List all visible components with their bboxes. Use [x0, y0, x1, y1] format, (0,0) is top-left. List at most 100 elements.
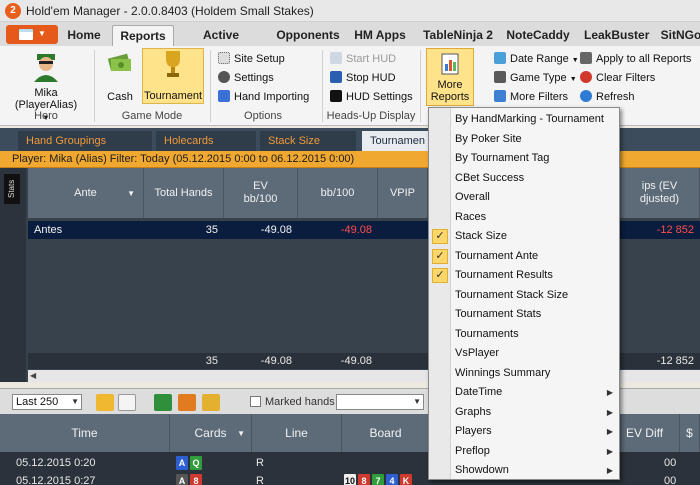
column-header-time[interactable]: Time — [0, 414, 170, 452]
stats-side-label[interactable]: Stats — [4, 174, 20, 204]
menu-item-by-tournament-tag[interactable]: By Tournament Tag — [429, 149, 619, 169]
cards-icon[interactable] — [118, 394, 136, 411]
tab-active-session[interactable]: Active Session — [180, 25, 262, 63]
column-header-ev-diff[interactable]: EV Diff — [610, 414, 680, 452]
card: 4 — [386, 474, 398, 485]
site-setup-button[interactable]: Site Setup — [218, 50, 285, 68]
menu-item-races[interactable]: Races — [429, 208, 619, 228]
import-arrow-icon — [218, 90, 230, 102]
menu-item-graphs[interactable]: Graphs ▶ — [429, 403, 619, 423]
apply-icon — [580, 52, 592, 64]
last-hands-select[interactable]: Last 250 ▼ — [12, 394, 82, 410]
card: K — [400, 474, 412, 485]
menu-item-stack-size[interactable]: ✓ Stack Size — [429, 227, 619, 247]
column-header-cards[interactable]: Cards ▼ — [170, 414, 252, 452]
menu-item-datetime[interactable]: DateTime ▶ — [429, 383, 619, 403]
start-hud-button[interactable]: Start HUD — [330, 50, 396, 68]
menu-item-label: VsPlayer — [455, 347, 500, 359]
menu-item-players[interactable]: Players ▶ — [429, 422, 619, 442]
cash-mode-button[interactable]: Cash — [100, 50, 140, 104]
menu-item-cbet-success[interactable]: CBet Success — [429, 169, 619, 189]
cell-cards: A8 — [176, 472, 204, 485]
column-header-board[interactable]: Board — [342, 414, 430, 452]
tab-holecards[interactable]: Holecards — [156, 131, 256, 151]
tab-hm-apps[interactable]: HM Apps — [352, 25, 408, 46]
rewind-icon[interactable] — [96, 394, 114, 411]
tab-home[interactable]: Home — [62, 25, 106, 46]
menu-item-tournament-stats[interactable]: Tournament Stats — [429, 305, 619, 325]
apply-all-reports-button[interactable]: Apply to all Reports — [580, 50, 691, 68]
stop-hud-button[interactable]: Stop HUD — [330, 69, 396, 87]
column-header-bb100[interactable]: bb/100 — [298, 168, 378, 218]
menu-item-label: Stack Size — [455, 230, 507, 242]
chevron-down-icon[interactable]: ▼ — [237, 429, 245, 438]
menu-item-tournament-ante[interactable]: ✓ Tournament Ante — [429, 247, 619, 267]
menu-item-winnings-summary[interactable]: Winnings Summary — [429, 364, 619, 384]
tab-hand-groupings[interactable]: Hand Groupings Holdem — [18, 131, 152, 167]
column-header-ante[interactable]: Ante ▼ — [28, 168, 144, 218]
scroll-left-icon[interactable]: ◀ — [30, 371, 36, 380]
more-filters-button[interactable]: More Filters — [494, 88, 568, 106]
total-chips-sum: -12 852 — [656, 355, 694, 367]
trophy-icon[interactable] — [202, 394, 220, 411]
tab-stack-size[interactable]: Stack Size — [260, 131, 356, 151]
stop-hud-label: Stop HUD — [346, 72, 396, 84]
clear-filters-button[interactable]: Clear Filters — [580, 69, 655, 87]
menu-item-preflop[interactable]: Preflop ▶ — [429, 442, 619, 462]
tab-tournament[interactable]: Tournamen — [362, 131, 428, 151]
column-header-net[interactable]: $ — [680, 414, 700, 452]
group-label-game-mode: Game Mode — [121, 110, 183, 122]
tab-tableninja[interactable]: TableNinja 2 — [420, 25, 496, 46]
ante-header-label: Ante — [74, 186, 97, 199]
menu-item-tournaments[interactable]: Tournaments — [429, 325, 619, 345]
card: A — [176, 456, 188, 471]
menu-item-showdown[interactable]: Showdown ▶ — [429, 461, 619, 481]
column-header-ev-bb100[interactable]: EV bb/100 — [224, 168, 298, 218]
application-menu-button[interactable]: ▼ — [6, 25, 58, 44]
menu-item-by-poker-site[interactable]: By Poker Site — [429, 130, 619, 150]
refresh-button[interactable]: Refresh — [580, 88, 635, 106]
column-header-vpip[interactable]: VPIP — [378, 168, 428, 218]
menu-item-overall[interactable]: Overall — [429, 188, 619, 208]
menu-item-tournament-stack-size[interactable]: Tournament Stack Size — [429, 286, 619, 306]
cell-line: R — [256, 457, 264, 469]
tab-notecaddy[interactable]: NoteCaddy — [506, 25, 570, 46]
cell-cards: AQ — [176, 454, 204, 472]
marked-hands-checkbox[interactable] — [250, 396, 261, 407]
game-type-button[interactable]: Game Type ▼ — [494, 69, 577, 87]
menu-item-by-handmarking-tournament[interactable]: By HandMarking - Tournament — [429, 110, 619, 130]
hand-importing-button[interactable]: Hand Importing — [218, 88, 309, 106]
checkmark-icon: ✓ — [432, 248, 448, 264]
column-header-total-hands[interactable]: Total Hands — [144, 168, 224, 218]
more-reports-button[interactable]: More Reports ▼ — [426, 48, 474, 114]
chevron-down-icon: ▼ — [413, 397, 421, 406]
checkmark-icon: ✓ — [432, 229, 448, 244]
cash-icon — [107, 53, 131, 71]
marked-hands-select[interactable]: ▼ — [336, 394, 424, 410]
menu-item-label: Tournament Ante — [455, 249, 539, 262]
menu-item-label: Winnings Summary — [455, 366, 551, 379]
date-range-button[interactable]: Date Range ▼ — [494, 50, 579, 68]
game-type-label: Game Type — [510, 72, 567, 84]
chevron-down-icon[interactable]: ▼ — [127, 187, 135, 200]
tournament-mode-button[interactable]: Tournament — [142, 48, 204, 104]
menu-item-label: Showdown — [455, 464, 509, 476]
window-icon — [19, 29, 33, 40]
hud-settings-button[interactable]: HUD Settings — [330, 88, 413, 106]
gear-icon — [218, 71, 230, 83]
cards-header-label: Cards — [194, 426, 227, 440]
grid-icon[interactable] — [154, 394, 172, 411]
start-hud-icon — [330, 52, 342, 64]
column-header-chips-ev[interactable]: ips (EV djusted) — [620, 168, 700, 218]
tab-leakbuster[interactable]: LeakBuster — [584, 25, 649, 46]
bar-chart-icon[interactable] — [178, 394, 196, 411]
menu-item-tournament-results[interactable]: ✓ Tournament Results — [429, 266, 619, 286]
last-hands-value: Last 250 — [16, 396, 59, 408]
tab-sitngo[interactable]: SitNGo — [656, 25, 700, 46]
column-header-line[interactable]: Line — [252, 414, 342, 452]
cell-line: R — [256, 475, 264, 485]
menu-item-vsplayer[interactable]: VsPlayer — [429, 344, 619, 364]
tab-opponents[interactable]: Opponents — [272, 25, 344, 46]
settings-button[interactable]: Settings — [218, 69, 274, 87]
tab-reports[interactable]: Reports — [112, 25, 174, 46]
